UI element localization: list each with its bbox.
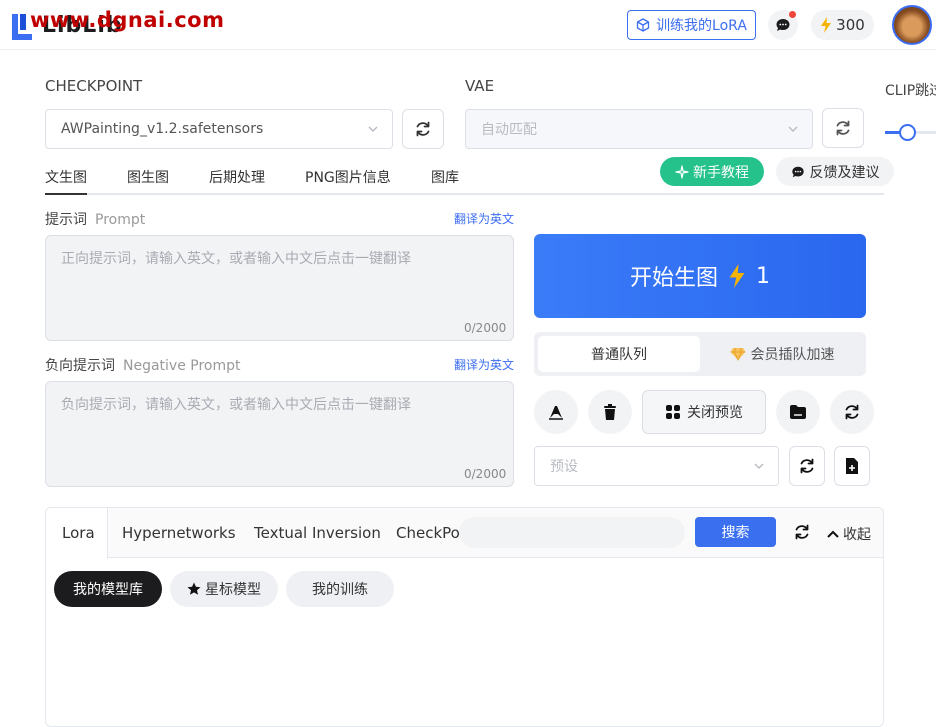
- refresh-preset-button[interactable]: [789, 446, 825, 486]
- preset-placeholder: 预设: [550, 459, 578, 475]
- toggle-preview-label: 关闭预览: [687, 405, 743, 421]
- negative-char-counter: 0/2000: [464, 467, 507, 481]
- vae-label: VAE: [465, 77, 495, 95]
- refresh-checkpoint-button[interactable]: [402, 109, 444, 149]
- generate-button[interactable]: 开始生图 1: [534, 234, 866, 318]
- folder-button[interactable]: [776, 390, 820, 434]
- negative-prompt-title: 负向提示词 Negative Prompt: [45, 355, 241, 375]
- collapse-button[interactable]: 收起: [827, 524, 871, 544]
- chip-my-training-label: 我的训练: [312, 582, 368, 598]
- clip-skip-label: CLIP跳过: [885, 83, 936, 99]
- normal-queue-option[interactable]: 普通队列: [538, 336, 700, 372]
- generate-cost: 1: [756, 263, 770, 289]
- chevron-down-icon: [754, 463, 764, 469]
- chip-starred-models[interactable]: 星标模型: [170, 571, 278, 607]
- diamond-icon: [730, 347, 745, 361]
- feedback-label: 反馈及建议: [809, 164, 880, 181]
- negative-placeholder: 负向提示词，请输入英文，或者输入中文后点击一键翻译: [61, 397, 411, 413]
- refresh-icon: [800, 458, 814, 474]
- prompt-textarea[interactable]: 正向提示词，请输入英文，或者输入中文后点击一键翻译: [45, 235, 514, 341]
- trash-icon: [604, 404, 616, 420]
- chip-my-models-label: 我的模型库: [73, 582, 143, 598]
- panel-tab-hypernetworks[interactable]: Hypernetworks: [122, 524, 236, 542]
- train-lora-label: 训练我的LoRA: [656, 18, 747, 34]
- panel-tab-lora[interactable]: Lora: [62, 524, 95, 542]
- chevron-up-icon: [827, 530, 839, 538]
- chevron-down-icon: [368, 126, 378, 132]
- chip-starred-models-label: 星标模型: [205, 582, 261, 598]
- prompt-title: 提示词 Prompt: [45, 209, 145, 229]
- chat-bubble-icon: [776, 19, 790, 31]
- notification-dot: [789, 11, 796, 18]
- chip-my-training[interactable]: 我的训练: [286, 571, 394, 607]
- refresh-icon[interactable]: [793, 523, 811, 541]
- pen-nib-icon: [549, 406, 563, 420]
- refresh-icon: [845, 404, 859, 420]
- prompt-char-counter: 0/2000: [464, 321, 507, 335]
- chip-my-models[interactable]: 我的模型库: [54, 571, 162, 607]
- clip-skip-slider-handle[interactable]: [899, 124, 916, 141]
- lightning-icon: [729, 264, 745, 288]
- normal-queue-label: 普通队列: [591, 347, 647, 363]
- points-balance[interactable]: 300: [811, 10, 874, 40]
- prompt-placeholder: 正向提示词，请输入英文，或者输入中文后点击一键翻译: [61, 251, 411, 267]
- translate-negative-link[interactable]: 翻译为英文: [454, 356, 514, 373]
- preset-select[interactable]: 预设: [534, 446, 779, 486]
- search-label: 搜索: [721, 525, 750, 541]
- checkpoint-label: CHECKPOINT: [45, 77, 143, 95]
- negative-prompt-textarea[interactable]: 负向提示词，请输入英文，或者输入中文后点击一键翻译: [45, 381, 514, 487]
- generate-label: 开始生图: [629, 266, 718, 291]
- checkpoint-select[interactable]: AWPainting_v1.2.safetensors: [45, 109, 393, 149]
- star-icon: [187, 582, 201, 595]
- toggle-preview-button[interactable]: 关闭预览: [642, 390, 766, 434]
- sync-button[interactable]: [830, 390, 874, 434]
- lightning-icon: [821, 17, 832, 33]
- watermark-text: www.dgnai.com: [30, 8, 225, 32]
- refresh-vae-button[interactable]: [822, 108, 864, 148]
- tab-txt2img[interactable]: 文生图: [45, 167, 87, 187]
- paint-brush-button[interactable]: [534, 390, 578, 434]
- prompt-title-en: Prompt: [95, 212, 146, 228]
- tutorial-label: 新手教程: [693, 164, 749, 181]
- tab-img2img[interactable]: 图生图: [127, 167, 169, 187]
- checkpoint-value: AWPainting_v1.2.safetensors: [61, 121, 264, 137]
- tab-postprocess[interactable]: 后期处理: [209, 167, 265, 187]
- vip-queue-option[interactable]: 会员插队加速: [700, 336, 864, 372]
- vip-queue-label: 会员插队加速: [750, 347, 835, 363]
- top-bar: LibLib www.dgnai.com 训练我的LoRA 300: [0, 0, 936, 50]
- negative-title-cn: 负向提示词: [45, 358, 115, 374]
- negative-title-en: Negative Prompt: [123, 358, 241, 374]
- model-library-panel: Lora Hypernetworks Textual Inversion Che…: [45, 507, 884, 727]
- panel-tab-textual-inversion[interactable]: Textual Inversion: [254, 524, 381, 542]
- sparkle-icon: [675, 164, 689, 179]
- grid-icon: [666, 405, 680, 419]
- add-preset-button[interactable]: [834, 446, 870, 486]
- prompt-title-cn: 提示词: [45, 212, 87, 228]
- folder-icon: [790, 405, 806, 419]
- train-lora-button[interactable]: 训练我的LoRA: [627, 10, 756, 40]
- vae-select[interactable]: 自动匹配: [465, 109, 813, 149]
- file-add-icon: [846, 458, 858, 474]
- active-tab-indicator: [45, 193, 87, 195]
- refresh-icon: [416, 121, 430, 137]
- user-avatar[interactable]: [892, 5, 932, 45]
- model-search-input[interactable]: [459, 517, 685, 548]
- panel-tab-checkpoint[interactable]: CheckPoint: [396, 524, 460, 542]
- tab-gallery[interactable]: 图库: [431, 167, 459, 187]
- points-value: 300: [836, 16, 865, 34]
- tab-png-info[interactable]: PNG图片信息: [305, 167, 391, 187]
- chat-bubble-icon: [791, 166, 804, 177]
- search-button[interactable]: 搜索: [695, 517, 776, 547]
- feedback-button[interactable]: 反馈及建议: [776, 157, 894, 186]
- translate-prompt-link[interactable]: 翻译为英文: [454, 210, 514, 227]
- delete-button[interactable]: [588, 390, 632, 434]
- refresh-icon: [836, 120, 850, 136]
- chevron-down-icon: [788, 126, 798, 132]
- collapse-label: 收起: [843, 527, 871, 543]
- tutorial-button[interactable]: 新手教程: [660, 157, 764, 186]
- cube-icon: [636, 18, 650, 32]
- vae-placeholder: 自动匹配: [481, 122, 537, 138]
